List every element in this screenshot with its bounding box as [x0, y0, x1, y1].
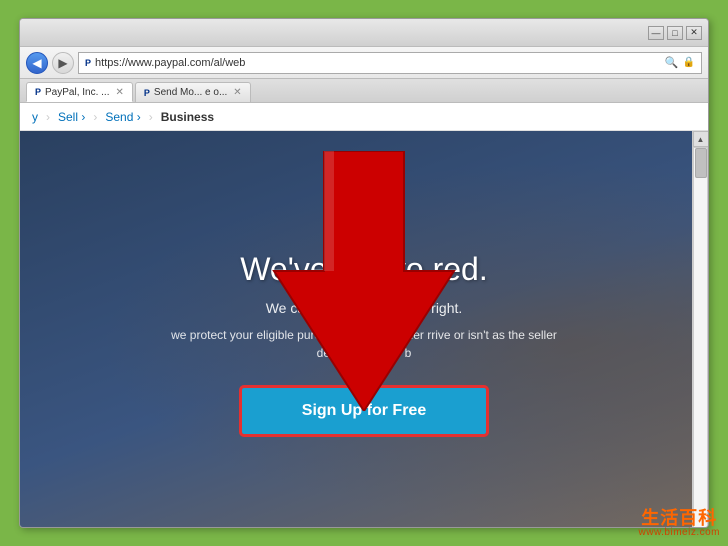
- tab-label-2: Send Mo... e o...: [154, 87, 227, 98]
- tab-bar: P PayPal, Inc. ... ✕ P Send Mo... e o...…: [20, 79, 708, 103]
- tab-close-1[interactable]: ✕: [116, 87, 124, 98]
- tab-paypal[interactable]: P PayPal, Inc. ... ✕: [26, 82, 133, 102]
- back-button[interactable]: ◀: [26, 52, 48, 74]
- page-toolbar: y › Sell › › Send › › Business: [20, 103, 708, 131]
- vertical-scrollbar: ▲ ▼: [692, 131, 708, 527]
- forward-button[interactable]: ▶: [52, 52, 74, 74]
- watermark-line1: 生活百科: [641, 509, 717, 527]
- browser-window: — □ ✕ ◀ ▶ P https://www.paypal.com/al/we…: [19, 18, 709, 528]
- watermark: 生活百科 www.bimeiz.com: [639, 509, 720, 538]
- tab-favicon-1: P: [35, 87, 41, 97]
- page-content: y › Sell › › Send › › Business We've got: [20, 103, 708, 527]
- restore-button[interactable]: □: [667, 26, 683, 40]
- address-bar[interactable]: P https://www.paypal.com/al/web 🔍 🔒: [78, 52, 702, 74]
- lock-icon: 🔒: [683, 57, 695, 68]
- minimize-button[interactable]: —: [648, 26, 664, 40]
- navigation-bar: ◀ ▶ P https://www.paypal.com/al/web 🔍 🔒: [20, 47, 708, 79]
- hero-section: We've got yo red. We can reimburse you i…: [20, 131, 708, 527]
- tab-close-2[interactable]: ✕: [233, 87, 241, 98]
- hero-description: we protect your eligible purchases. If y…: [164, 326, 564, 362]
- separator-1: ›: [46, 110, 50, 124]
- separator-2: ›: [93, 110, 97, 124]
- nav-sell[interactable]: Sell ›: [58, 110, 85, 124]
- hero-subtitle: We can reimburse you if s right.: [164, 300, 564, 316]
- separator-3: ›: [149, 110, 153, 124]
- close-button[interactable]: ✕: [686, 26, 702, 40]
- title-bar: — □ ✕: [20, 19, 708, 47]
- hero-title: We've got yo red.: [164, 250, 564, 288]
- tab-send[interactable]: P Send Mo... e o... ✕: [135, 82, 251, 102]
- scroll-up-arrow[interactable]: ▲: [693, 131, 709, 147]
- tab-favicon-2: P: [144, 88, 150, 98]
- signup-button[interactable]: Sign Up for Free: [240, 386, 488, 436]
- hero-content: We've got yo red. We can reimburse you i…: [144, 250, 584, 436]
- tab-label-1: PayPal, Inc. ...: [45, 87, 109, 98]
- nav-y[interactable]: y: [32, 110, 38, 124]
- scroll-track[interactable]: [693, 147, 708, 527]
- site-favicon: P: [85, 58, 91, 68]
- watermark-line2: www.bimeiz.com: [639, 527, 720, 538]
- window-controls: — □ ✕: [648, 26, 702, 40]
- url-text: https://www.paypal.com/al/web: [95, 57, 661, 69]
- nav-send[interactable]: Send ›: [105, 110, 140, 124]
- nav-business[interactable]: Business: [161, 110, 214, 124]
- search-icon[interactable]: 🔍: [665, 56, 679, 69]
- scroll-thumb[interactable]: [695, 148, 707, 178]
